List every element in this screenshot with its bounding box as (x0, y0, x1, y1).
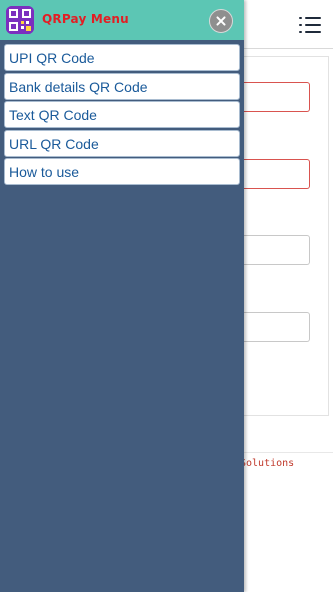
form-field-3[interactable] (236, 235, 310, 265)
side-drawer: QRPay Menu UPI QR Code Bank details QR C… (0, 0, 244, 592)
drawer-header: QRPay Menu (0, 0, 244, 40)
form-field-2[interactable] (236, 159, 310, 189)
app-root: Solutions QRPay Menu UPI QR Code Bank de… (0, 0, 333, 592)
close-circle-icon[interactable] (209, 9, 233, 33)
menu-item-bank-details-qr-code[interactable]: Bank details QR Code (4, 72, 240, 100)
footer-divider (236, 452, 333, 453)
menu-item-upi-qr-code[interactable]: UPI QR Code (4, 44, 240, 71)
menu-list-icon[interactable] (299, 16, 321, 34)
menu-item-how-to-use[interactable]: How to use (4, 158, 240, 185)
form-field-4[interactable] (236, 312, 310, 342)
qr-logo-icon (6, 6, 34, 34)
drawer-menu: UPI QR Code Bank details QR Code Text QR… (4, 44, 240, 187)
menu-item-text-qr-code[interactable]: Text QR Code (4, 101, 240, 128)
menu-item-url-qr-code[interactable]: URL QR Code (4, 129, 240, 157)
drawer-title: QRPay Menu (42, 12, 129, 26)
form-field-1[interactable] (236, 82, 310, 112)
footer-text: Solutions (240, 458, 295, 469)
